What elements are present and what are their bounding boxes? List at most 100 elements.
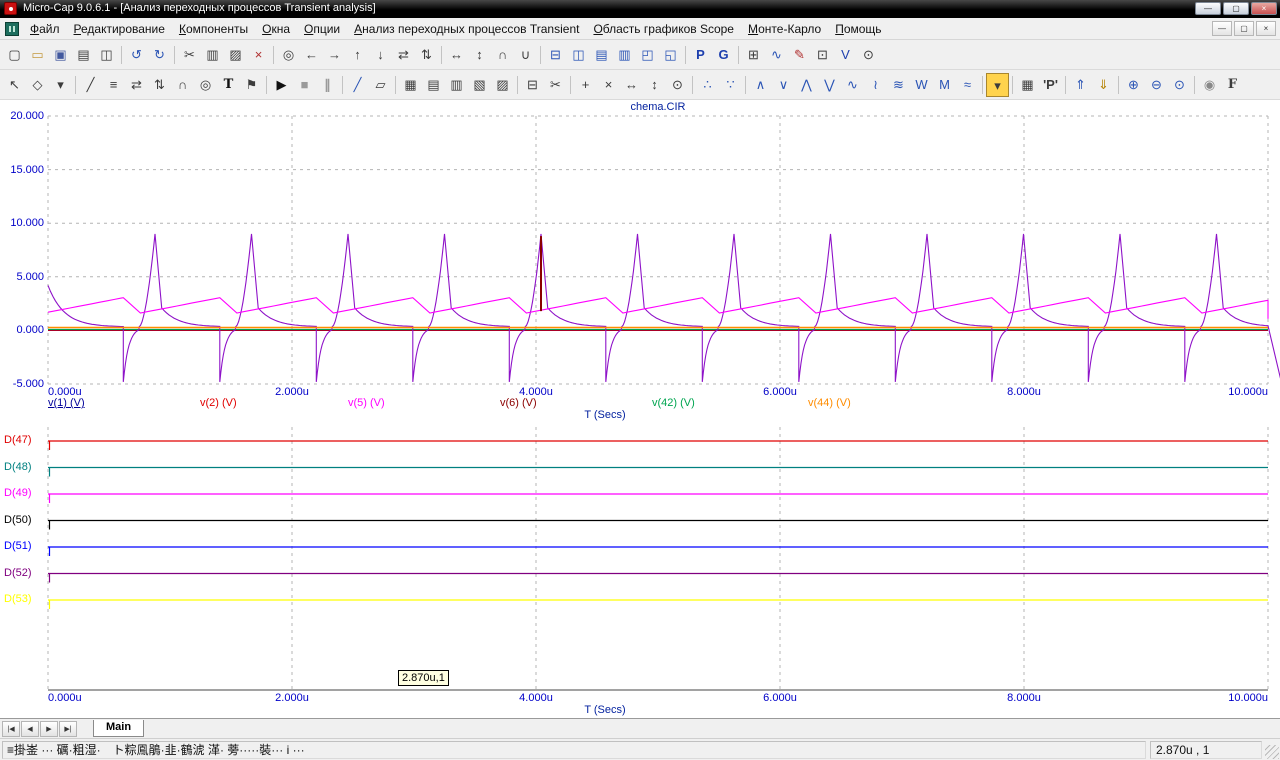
cut-icon[interactable]: ✂ — [178, 43, 201, 67]
menu-item-2[interactable]: Редактирование — [67, 19, 172, 39]
move-down-icon[interactable]: ↓ — [369, 43, 392, 67]
rotate-mode-icon[interactable]: ∩ — [171, 73, 194, 97]
child-minimize-button[interactable]: — — [1212, 21, 1232, 36]
digital-trace-label[interactable]: D(47) — [4, 434, 32, 446]
letter-g-button[interactable]: G — [712, 43, 735, 67]
cascade-windows-icon[interactable]: ◰ — [636, 43, 659, 67]
app-icon[interactable] — [4, 2, 17, 15]
letter-p-button[interactable]: P — [689, 43, 712, 67]
delete-icon[interactable]: × — [247, 43, 270, 67]
flag-icon[interactable]: ⚑ — [240, 73, 263, 97]
numeric-output-table-icon[interactable]: ▦ — [1016, 73, 1039, 97]
legend-item[interactable]: v(42) (V) — [652, 397, 695, 409]
minimize-button[interactable]: — — [1195, 2, 1221, 15]
high-low-icon[interactable]: W — [910, 73, 933, 97]
split-vertical-icon[interactable]: ◫ — [567, 43, 590, 67]
legend-item[interactable]: v(1) (V) — [48, 397, 85, 409]
swap-horizontal-icon[interactable]: ⇄ — [392, 43, 415, 67]
go-to-peak-icon[interactable]: ∧ — [749, 73, 772, 97]
fall-edge-icon[interactable]: ⋁ — [818, 73, 841, 97]
ruler-icon[interactable]: ▥ — [445, 73, 468, 97]
split-horizontal-icon[interactable]: ⊟ — [544, 43, 567, 67]
zoom-out-icon[interactable]: ⊖ — [1145, 73, 1168, 97]
horizontal-axis-icon[interactable]: ⊟ — [521, 73, 544, 97]
waveform-probe-icon[interactable]: ∿ — [765, 43, 788, 67]
scope-next-icon[interactable]: ⇓ — [1092, 73, 1115, 97]
digital-trace-label[interactable]: D(48) — [4, 461, 32, 473]
restore-button[interactable]: ▢ — [1223, 2, 1249, 15]
redo-icon[interactable]: ↻ — [148, 43, 171, 67]
swap-vertical-icon[interactable]: ⇅ — [415, 43, 438, 67]
mirror-vertical-icon[interactable]: ↕ — [468, 43, 491, 67]
legend-item[interactable]: v(5) (V) — [348, 397, 385, 409]
run-button[interactable]: ▶ — [270, 73, 293, 97]
new-file-icon[interactable]: ▢ — [3, 43, 26, 67]
polygon-tool-icon[interactable]: ▱ — [369, 73, 392, 97]
cursor-mode-icon[interactable]: + — [574, 73, 597, 97]
waveform-buffer-dropdown[interactable]: ▾ — [986, 72, 1009, 97]
tab-scroll-next[interactable]: ▶ — [40, 720, 58, 737]
tab-scroll-last[interactable]: ▶| — [59, 720, 77, 737]
data-points-icon[interactable]: ▤ — [422, 73, 445, 97]
rotate-icon[interactable]: ∩ — [491, 43, 514, 67]
grid-pattern-icon[interactable]: ▦ — [399, 73, 422, 97]
rise-edge-icon[interactable]: ⋀ — [795, 73, 818, 97]
smooth-icon[interactable]: ≈ — [956, 73, 979, 97]
waveform-icon[interactable]: ∿ — [841, 73, 864, 97]
menu-item-7[interactable]: Область графиков Scope — [586, 19, 741, 39]
step-forward-icon[interactable]: → — [323, 43, 346, 67]
legend-item[interactable]: v(2) (V) — [200, 397, 237, 409]
find-component-icon[interactable]: ◎ — [194, 73, 217, 97]
tile-horizontal-icon[interactable]: ▤ — [590, 43, 613, 67]
token-icon[interactable]: ▨ — [491, 73, 514, 97]
close-button[interactable]: × — [1251, 2, 1277, 15]
tag-horizontal-icon[interactable]: ↔ — [620, 73, 643, 97]
menu-item-3[interactable]: Компоненты — [172, 19, 255, 39]
resize-grip[interactable] — [1265, 745, 1279, 759]
mirror-horizontal-icon[interactable]: ↔ — [445, 43, 468, 67]
menu-item-6[interactable]: Анализ переходных процессов Transient — [347, 19, 586, 39]
save-icon[interactable]: ▣ — [49, 43, 72, 67]
digital-trace-label[interactable]: D(53) — [4, 593, 32, 605]
node-voltage-icon[interactable]: V — [834, 43, 857, 67]
line-tool-icon[interactable]: ╱ — [346, 73, 369, 97]
flip-y-icon[interactable]: ⇅ — [148, 73, 171, 97]
tag-point-icon[interactable]: ⊙ — [666, 73, 689, 97]
zoom-in-icon[interactable]: ⊕ — [1122, 73, 1145, 97]
child-close-button[interactable]: × — [1256, 21, 1276, 36]
digital-trace-label[interactable]: D(51) — [4, 540, 32, 552]
mode-circle-icon[interactable]: ◉ — [1198, 73, 1221, 97]
menu-item-9[interactable]: Помощь — [828, 19, 888, 39]
print-preview-icon[interactable]: ◫ — [95, 43, 118, 67]
menu-item-8[interactable]: Монте-Карло — [741, 19, 828, 39]
step-back-icon[interactable]: ← — [300, 43, 323, 67]
find-icon[interactable]: ◎ — [277, 43, 300, 67]
tab-scroll-first[interactable]: |◀ — [2, 720, 20, 737]
text-mode-icon[interactable]: T — [217, 73, 240, 97]
stop-button[interactable]: ■ — [293, 73, 316, 97]
undo-icon[interactable]: ↺ — [125, 43, 148, 67]
numeric-output-icon[interactable]: ⊡ — [811, 43, 834, 67]
tag-x-icon[interactable]: × — [597, 73, 620, 97]
pencil-icon[interactable]: ✎ — [788, 43, 811, 67]
mode-dropdown-icon[interactable]: ▾ — [49, 73, 72, 97]
align-cursors-icon[interactable]: ∴ — [696, 73, 719, 97]
animate-icon[interactable]: ⊙ — [857, 43, 880, 67]
copy-icon[interactable]: ▥ — [201, 43, 224, 67]
period-icon[interactable]: ≀ — [864, 73, 887, 97]
flip-x-icon[interactable]: ⇄ — [125, 73, 148, 97]
menu-item-5[interactable]: Опции — [297, 19, 347, 39]
go-to-valley-icon[interactable]: ∨ — [772, 73, 795, 97]
child-window-icon[interactable] — [5, 21, 19, 36]
hatch-icon[interactable]: ▧ — [468, 73, 491, 97]
transient-analysis-plot[interactable] — [0, 100, 1280, 718]
digital-trace-label[interactable]: D(52) — [4, 567, 32, 579]
menu-item-1[interactable]: Файл — [23, 19, 67, 39]
envelope-icon[interactable]: M — [933, 73, 956, 97]
legend-item[interactable]: v(44) (V) — [808, 397, 851, 409]
tab-main[interactable]: Main — [93, 720, 145, 737]
f-key-button[interactable]: F — [1221, 73, 1244, 97]
tag-vertical-icon[interactable]: ↕ — [643, 73, 666, 97]
digital-trace-label[interactable]: D(49) — [4, 487, 32, 499]
digital-trace-label[interactable]: D(50) — [4, 514, 32, 526]
